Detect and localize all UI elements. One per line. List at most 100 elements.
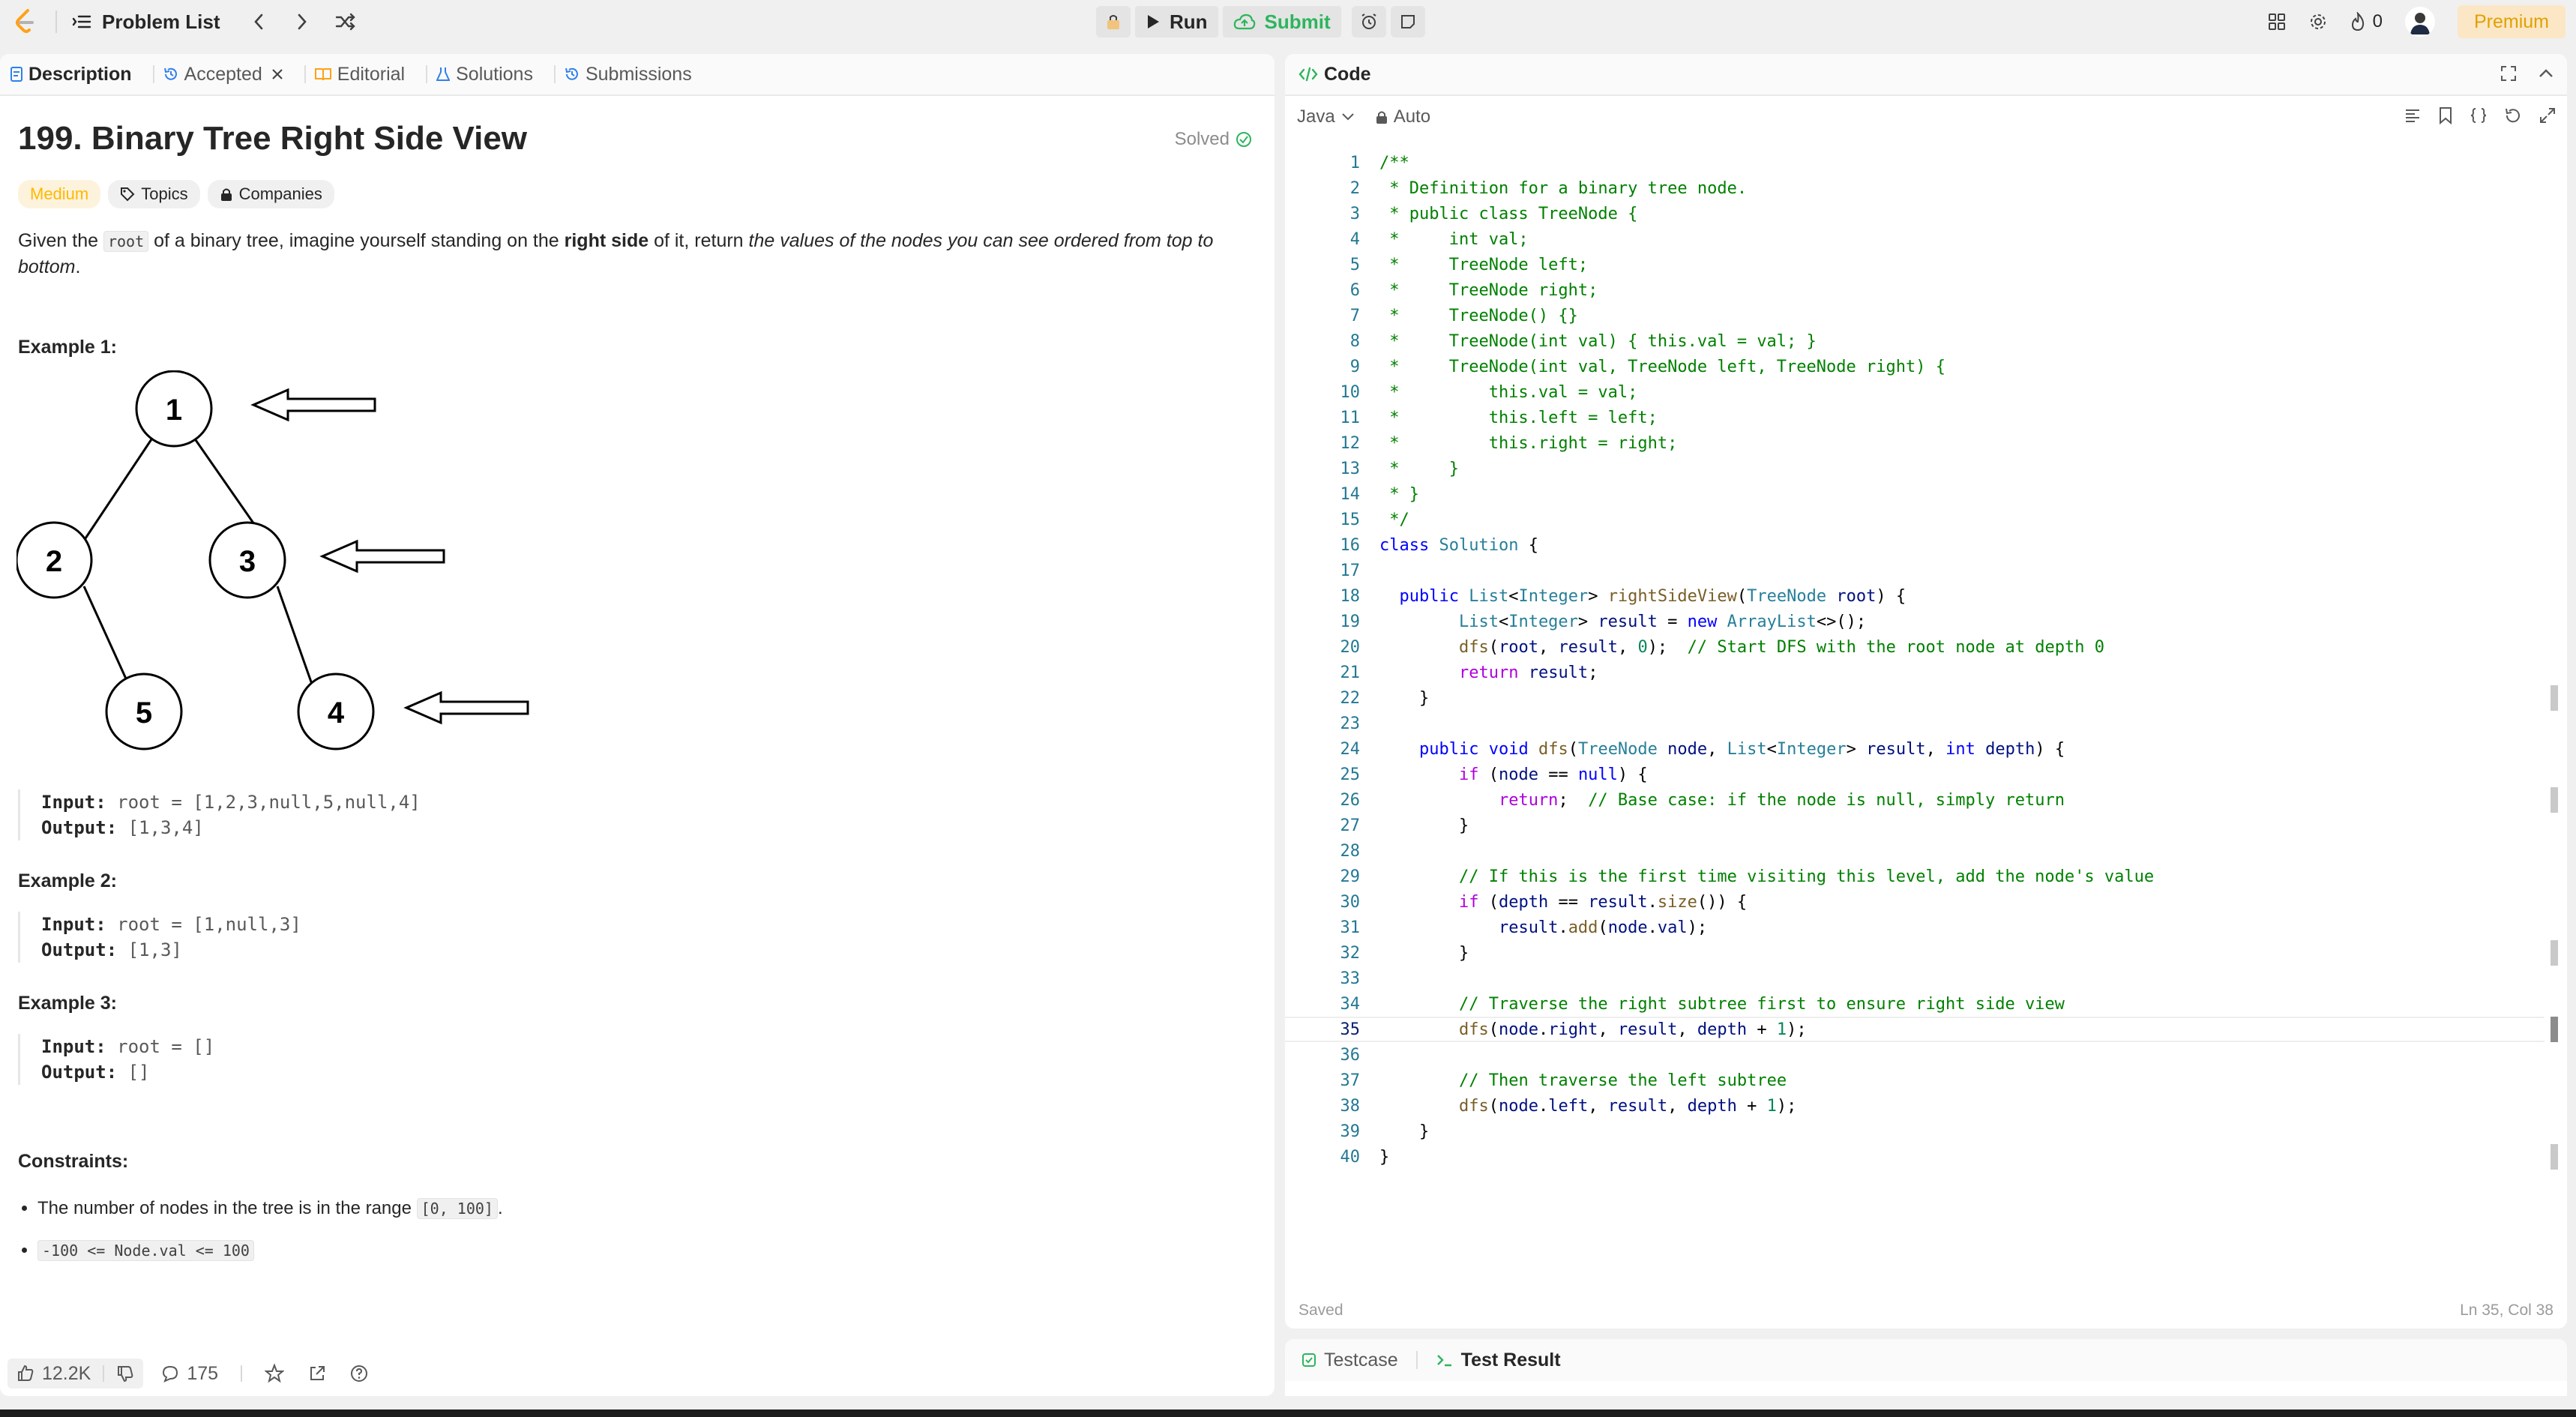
tab-submissions-label: Submissions: [585, 63, 692, 85]
constraint-code: [0, 100]: [416, 1198, 498, 1219]
expand-icon[interactable]: [2539, 106, 2557, 124]
problem-statement: Given the root of a binary tree, imagine…: [18, 228, 1263, 280]
run-button[interactable]: Run: [1135, 6, 1218, 37]
statement-bold: right side: [564, 230, 649, 251]
tab-test-result-label: Test Result: [1460, 1349, 1561, 1371]
solved-label: Solved: [1174, 129, 1230, 149]
code-line: 5 * TreeNode left;: [1349, 255, 1589, 274]
tree-node-label: 3: [239, 545, 256, 578]
language-value: Java: [1297, 106, 1335, 127]
tab-test-result[interactable]: Test Result: [1436, 1350, 1561, 1371]
streak-count: 0: [2372, 11, 2383, 31]
debug-icon[interactable]: [1096, 6, 1131, 37]
avatar[interactable]: [2404, 7, 2435, 37]
comments-button[interactable]: 175: [161, 1363, 218, 1385]
code-line: 1/**: [1349, 153, 1409, 172]
code-panel-title: Code: [1324, 63, 1371, 85]
chevron-down-icon: [1341, 112, 1355, 121]
star-icon[interactable]: [265, 1364, 285, 1383]
chevron-right-icon[interactable]: [286, 5, 319, 38]
list-item: The number of nodes in the tree is in th…: [37, 1188, 1257, 1230]
share-icon[interactable]: [308, 1365, 326, 1383]
tab-description[interactable]: Description: [10, 64, 132, 85]
list-icon[interactable]: [72, 13, 91, 30]
code-editor[interactable]: 1/** 2 * Definition for a binary tree no…: [1285, 150, 2567, 1230]
arrow-icon: [319, 539, 445, 574]
divider: [241, 1365, 243, 1382]
premium-button[interactable]: Premium: [2457, 5, 2566, 38]
streak-counter[interactable]: 0: [2350, 11, 2383, 32]
problem-title[interactable]: 199. Binary Tree Right Side View: [18, 120, 1257, 157]
bookmark-icon[interactable]: [2438, 106, 2453, 124]
language-select[interactable]: Java: [1297, 106, 1355, 127]
submit-label: Submit: [1264, 10, 1331, 33]
thumbs-down-icon[interactable]: [116, 1365, 134, 1383]
code-line: 16 class Solution {: [1340, 535, 1538, 555]
braces-icon[interactable]: [2470, 106, 2488, 124]
description-footer: 12.2K 175: [0, 1351, 1275, 1396]
auto-mode-label: Auto: [1393, 106, 1431, 127]
reset-icon[interactable]: [2504, 106, 2522, 124]
run-submit-group: Run Submit: [1096, 6, 1425, 37]
like-count: 12.2K: [42, 1362, 91, 1384]
companies-chip[interactable]: Companies: [207, 180, 334, 208]
like-button[interactable]: 12.2K: [7, 1359, 144, 1389]
code-line: 34 // Traverse the right subtree first t…: [1340, 994, 2065, 1014]
help-icon[interactable]: [350, 1365, 368, 1383]
flame-icon: [2350, 12, 2365, 31]
arrow-icon: [250, 388, 376, 422]
code-line-current: 35 dfs(node.right, result, depth + 1);: [1285, 1017, 2545, 1042]
layout-grid-icon[interactable]: [2268, 13, 2286, 31]
gear-icon[interactable]: [2308, 12, 2328, 31]
code-line: 14 * }: [1340, 484, 1419, 504]
scrollbar-marker: [2551, 1017, 2558, 1042]
test-tabs: Testcase Test Result: [1285, 1339, 2567, 1381]
code-line: 7 * TreeNode() {}: [1349, 306, 1578, 325]
code-panel-header: Code: [1285, 54, 2567, 96]
topics-chip[interactable]: Topics: [108, 180, 200, 208]
maximize-icon[interactable]: [2500, 64, 2518, 82]
code-line: 10 * this.val = val;: [1340, 382, 1638, 402]
auto-mode-toggle[interactable]: Auto: [1376, 106, 1430, 127]
example-output: [1,3]: [127, 939, 182, 960]
leetcode-logo-icon[interactable]: [10, 7, 40, 37]
statement-part: of it, return: [648, 230, 749, 251]
output-label: Output:: [41, 817, 118, 838]
example-2-io: Input: root = [1,null,3] Output: [1,3]: [18, 912, 1257, 963]
code-line: 24 public void dfs(TreeNode node, List<I…: [1340, 739, 2065, 759]
code-line: 36: [1340, 1045, 1361, 1065]
tab-divider: [1415, 1351, 1418, 1369]
arrow-icon: [403, 691, 529, 725]
submit-button[interactable]: Submit: [1222, 6, 1341, 37]
code-line: 23: [1340, 714, 1361, 733]
tab-accepted-label: Accepted: [184, 63, 262, 85]
tab-solutions[interactable]: Solutions: [436, 64, 533, 85]
top-bar-right: 0 Premium: [2268, 5, 2566, 38]
code-line: 15 */: [1340, 510, 1409, 529]
code-line: 21 return result;: [1340, 663, 1598, 682]
code-line: 20 dfs(root, result, 0); // Start DFS wi…: [1340, 637, 2104, 657]
tab-testcase[interactable]: Testcase: [1301, 1350, 1398, 1371]
chevron-left-icon[interactable]: [242, 5, 275, 38]
editor-toolbar: Java Auto: [1285, 96, 2567, 138]
example-input: root = [1,null,3]: [117, 914, 301, 935]
alarm-icon[interactable]: [1351, 6, 1386, 37]
save-status: Saved: [1298, 1302, 1343, 1319]
code-line: 8 * TreeNode(int val) { this.val = val; …: [1349, 331, 1817, 351]
input-label: Input:: [41, 792, 106, 813]
format-icon[interactable]: [2404, 106, 2422, 124]
tab-divider: [553, 65, 556, 83]
code-line: 38 dfs(node.left, result, depth + 1);: [1340, 1096, 1797, 1116]
chevron-up-icon[interactable]: [2537, 64, 2555, 82]
code-line: 4 * int val;: [1349, 229, 1529, 249]
problem-list-link[interactable]: Problem List: [102, 10, 220, 34]
shuffle-icon[interactable]: [329, 5, 362, 38]
tab-accepted[interactable]: Accepted: [163, 64, 283, 85]
note-icon[interactable]: [1390, 6, 1425, 37]
code-line: 17: [1340, 561, 1361, 580]
scrollbar-marker: [2551, 787, 2558, 813]
tab-editorial[interactable]: Editorial: [314, 64, 405, 85]
tab-submissions[interactable]: Submissions: [565, 64, 692, 85]
close-icon[interactable]: [271, 68, 283, 80]
run-label: Run: [1170, 10, 1208, 33]
